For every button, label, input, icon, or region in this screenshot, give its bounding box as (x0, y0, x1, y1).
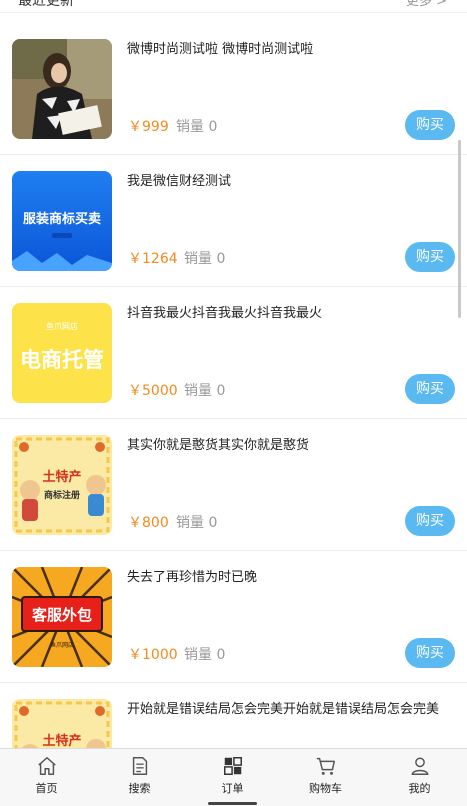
sales-value: 0 (216, 251, 226, 267)
product-thumbnail[interactable]: 土特产 商标注册 (12, 435, 112, 535)
product-item[interactable]: 土特产 商标注册 其实你就是憨货其实你就是憨货 ￥800 销量 0 购买 (0, 419, 467, 551)
product-thumbnail[interactable] (12, 39, 112, 139)
woman-reading-photo (12, 39, 112, 139)
sales-label: 销量 (176, 119, 204, 135)
sales-value: 0 (208, 515, 218, 531)
product-item[interactable]: 服装商标买卖 我是微信财经测试 ￥1264 销量 0 购买 (0, 155, 467, 287)
banner-text: 电商托管 (20, 348, 104, 372)
product-price: ￥1264 (128, 251, 178, 267)
product-item[interactable]: 客服外包 鱼爪网店 失去了再珍惜为时已晚 ￥1000 销量 0 购买 (0, 551, 467, 683)
product-thumbnail[interactable]: 客服外包 鱼爪网店 (12, 567, 112, 667)
sales-count: 销量 0 (184, 248, 225, 268)
local-specialty-trademark-banner: 土特产 商标注册 (12, 435, 112, 535)
banner-text: 服装商标买卖 (23, 211, 101, 227)
tab-label: 购物车 (309, 782, 342, 795)
buy-button[interactable]: 购买 (405, 506, 455, 536)
product-title: 其实你就是憨货其实你就是憨货 (127, 438, 310, 453)
section-title: 最近更新 (18, 0, 74, 9)
product-price: ￥800 (128, 515, 169, 531)
sales-count: 销量 0 (176, 512, 217, 532)
tab-label: 订单 (221, 782, 244, 795)
product-price: ￥1000 (128, 647, 178, 663)
sales-count: 销量 0 (184, 380, 225, 400)
product-thumbnail[interactable]: 服装商标买卖 (12, 171, 112, 271)
tab-orders[interactable]: 订单 (186, 749, 279, 806)
sales-value: 0 (208, 119, 218, 135)
more-link[interactable]: 更多 > (406, 0, 447, 9)
sales-value: 0 (216, 383, 226, 399)
sales-label: 销量 (176, 515, 204, 531)
brand-text: 鱼爪网店 (50, 641, 74, 649)
sales-label: 销量 (184, 647, 212, 663)
tab-label: 我的 (408, 782, 431, 795)
tab-profile[interactable]: 我的 (372, 749, 467, 806)
sales-count: 销量 0 (176, 116, 217, 136)
brand-text: 鱼爪网店 (46, 321, 78, 331)
tab-search[interactable]: 搜索 (93, 749, 186, 806)
ecommerce-hosting-banner: 鱼爪网店 电商托管 (12, 303, 112, 403)
banner-text: 客服外包 (31, 606, 92, 624)
product-title: 我是微信财经测试 (127, 174, 232, 189)
product-title: 微博时尚测试啦 微博时尚测试啦 (127, 42, 314, 57)
banner-text: 土特产 (42, 733, 81, 749)
document-icon (132, 757, 147, 775)
tab-cart[interactable]: 购物车 (279, 749, 372, 806)
product-title: 抖音我最火抖音我最火抖音我最火 (127, 306, 323, 321)
tab-home[interactable]: 首页 (0, 749, 93, 806)
clothing-trademark-banner: 服装商标买卖 (12, 171, 112, 271)
product-price: ￥5000 (128, 383, 178, 399)
product-item[interactable]: 微博时尚测试啦 微博时尚测试啦 ￥999 销量 0 购买 (0, 23, 467, 155)
buy-button[interactable]: 购买 (405, 110, 455, 140)
product-item[interactable]: 鱼爪网店 电商托管 抖音我最火抖音我最火抖音我最火 ￥5000 销量 0 购买 (0, 287, 467, 419)
scrollbar[interactable] (458, 140, 461, 318)
buy-button[interactable]: 购买 (405, 242, 455, 272)
banner-text: 土特产 (42, 469, 81, 485)
bottom-tab-bar: 首页 搜索 订单 购物车 我的 (0, 748, 467, 806)
app-screen: 最近更新 更多 > 微博时尚测试啦 微博时尚测试啦 ￥999 销量 0 购买 服… (0, 0, 467, 806)
customer-service-outsourcing-banner: 客服外包 鱼爪网店 (12, 567, 112, 667)
sales-value: 0 (216, 647, 226, 663)
sales-label: 销量 (184, 383, 212, 399)
tab-label: 首页 (35, 782, 58, 795)
sales-label: 销量 (184, 251, 212, 267)
product-title: 开始就是错误结局怎会完美开始就是错误结局怎会完美 (127, 702, 440, 717)
home-icon (37, 757, 56, 775)
banner-subtext: 商标注册 (44, 489, 80, 501)
sales-count: 销量 0 (184, 644, 225, 664)
active-tab-indicator (208, 802, 257, 805)
tab-label: 搜索 (128, 782, 151, 795)
user-icon (410, 757, 429, 775)
buy-button[interactable]: 购买 (405, 638, 455, 668)
product-list: 微博时尚测试啦 微博时尚测试啦 ￥999 销量 0 购买 服装商标买卖 我是微信… (0, 23, 467, 806)
product-price: ￥999 (128, 119, 169, 135)
cart-icon (316, 757, 335, 775)
divider (0, 12, 467, 13)
buy-button[interactable]: 购买 (405, 374, 455, 404)
grid-icon (223, 757, 242, 775)
product-thumbnail[interactable]: 鱼爪网店 电商托管 (12, 303, 112, 403)
product-title: 失去了再珍惜为时已晚 (127, 570, 258, 585)
section-header: 最近更新 更多 > (0, 0, 467, 14)
